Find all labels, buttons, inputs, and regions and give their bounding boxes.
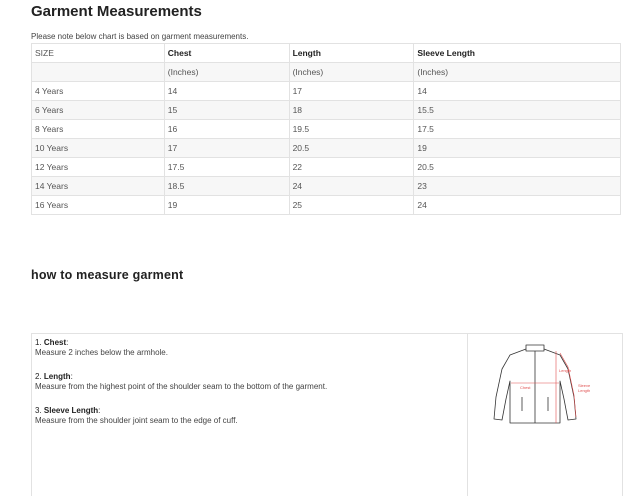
cell-sleeve: 15.5 <box>413 100 621 120</box>
cell-length: 17 <box>288 81 415 101</box>
cell-size: 6 Years <box>31 100 165 120</box>
page-title: Garment Measurements <box>31 3 202 20</box>
cell-sleeve: 19 <box>413 138 621 158</box>
table-row: 12 Years 17.5 22 20.5 <box>31 157 621 177</box>
cell-length: 25 <box>288 195 415 215</box>
cell-length: 20.5 <box>288 138 415 158</box>
column-divider <box>467 334 468 496</box>
diagram-chest-label: Chest <box>520 385 531 390</box>
step-number: 2. <box>35 372 42 381</box>
step-label: Sleeve Length <box>43 406 99 415</box>
step-number: 1. <box>35 338 42 347</box>
unit-size <box>31 62 165 82</box>
cell-length: 24 <box>288 176 415 196</box>
cell-size: 4 Years <box>31 81 165 101</box>
cell-size: 12 Years <box>31 157 165 177</box>
unit-chest: (Inches) <box>163 62 290 82</box>
cell-chest: 14 <box>163 81 290 101</box>
cell-sleeve: 17.5 <box>413 119 621 139</box>
unit-sleeve: (Inches) <box>413 62 621 82</box>
header-size: SIZE <box>31 43 165 63</box>
table-row: 6 Years 15 18 15.5 <box>31 100 621 120</box>
step-sleeve-length: 3. Sleeve Length: Measure from the shoul… <box>35 406 327 426</box>
cell-length: 18 <box>288 100 415 120</box>
cell-chest: 15 <box>163 100 290 120</box>
diagram-length-label: Length <box>559 368 572 373</box>
cell-size: 8 Years <box>31 119 165 139</box>
chart-note: Please note below chart is based on garm… <box>31 32 249 41</box>
cell-sleeve: 23 <box>413 176 621 196</box>
step-label: Chest <box>43 338 67 347</box>
cell-chest: 17 <box>163 138 290 158</box>
table-row: 8 Years 16 19.5 17.5 <box>31 119 621 139</box>
diagram-sleeve-label: Sleeve Length <box>578 383 591 393</box>
cell-sleeve: 14 <box>413 81 621 101</box>
cell-chest: 18.5 <box>163 176 290 196</box>
how-to-measure-heading: how to measure garment <box>31 268 184 282</box>
measurement-steps: 1. Chest: Measure 2 inches below the arm… <box>35 338 327 440</box>
step-label: Length <box>43 372 71 381</box>
cell-length: 19.5 <box>288 119 415 139</box>
cell-chest: 16 <box>163 119 290 139</box>
table-row: 16 Years 19 25 24 <box>31 195 621 215</box>
step-length: 2. Length: Measure from the highest poin… <box>35 372 328 391</box>
header-sleeve-length: Sleeve Length <box>413 43 621 63</box>
table-row: 14 Years 18.5 24 23 <box>31 176 621 196</box>
step-text: Measure 2 inches below the armhole. <box>35 348 168 357</box>
table-header-row: SIZE Chest Length Sleeve Length <box>31 43 621 63</box>
step-number: 3. <box>35 406 42 415</box>
cell-size: 10 Years <box>31 138 165 158</box>
step-chest: 1. Chest: Measure 2 inches below the arm… <box>35 338 327 358</box>
how-to-measure-box: 1. Chest: Measure 2 inches below the arm… <box>31 333 623 496</box>
table-units-row: (Inches) (Inches) (Inches) <box>31 62 621 82</box>
unit-length: (Inches) <box>288 62 415 82</box>
cell-sleeve: 24 <box>413 195 621 215</box>
cell-size: 16 Years <box>31 195 165 215</box>
step-text: Measure from the shoulder joint seam to … <box>35 416 238 425</box>
cell-size: 14 Years <box>31 176 165 196</box>
cell-chest: 19 <box>163 195 290 215</box>
header-length: Length <box>288 43 415 63</box>
header-chest: Chest <box>163 43 290 63</box>
measurement-table: SIZE Chest Length Sleeve Length (Inches)… <box>31 43 621 215</box>
table-row: 10 Years 17 20.5 19 <box>31 138 621 158</box>
cell-chest: 17.5 <box>163 157 290 177</box>
table-row: 4 Years 14 17 14 <box>31 81 621 101</box>
cell-length: 22 <box>288 157 415 177</box>
step-text: Measure from the highest point of the sh… <box>35 382 328 391</box>
cell-sleeve: 20.5 <box>413 157 621 177</box>
diagram-labels: Chest Length Sleeve Length <box>480 339 590 429</box>
